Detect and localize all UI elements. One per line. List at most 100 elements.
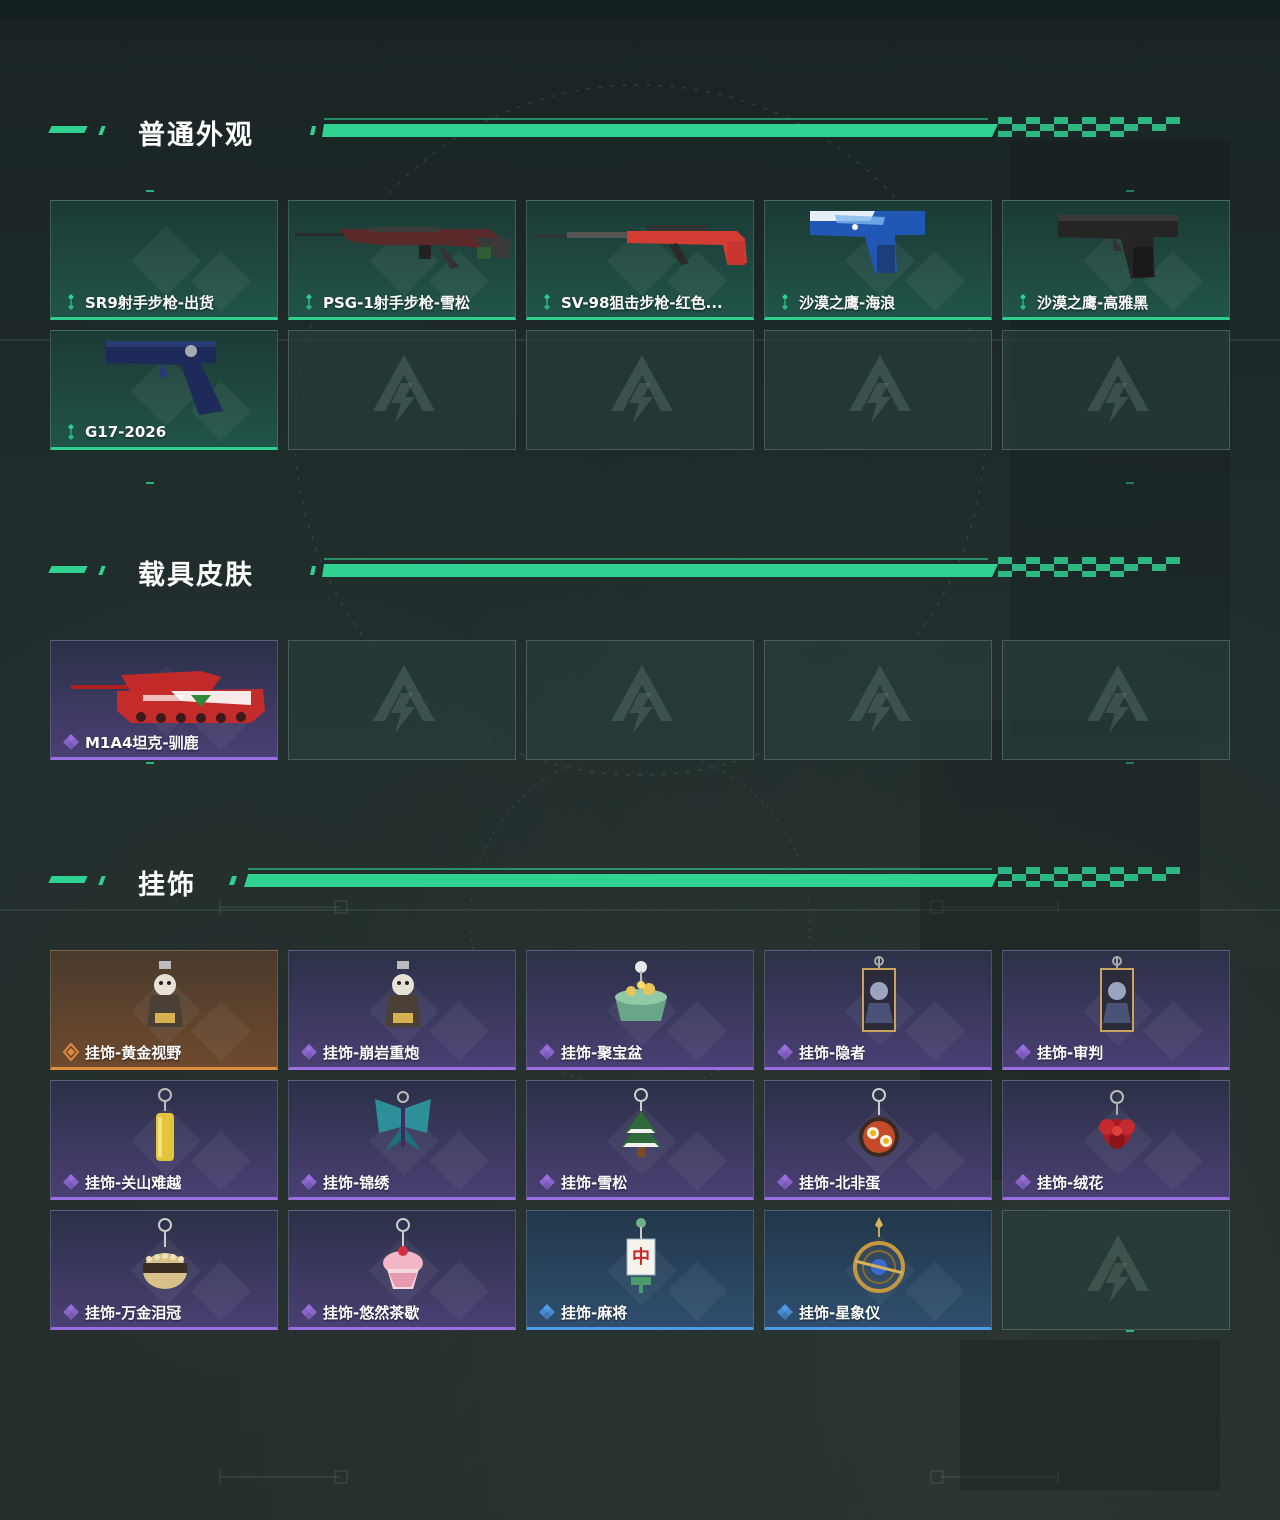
rarity-icon [777, 293, 793, 311]
rarity-icon [301, 1173, 317, 1191]
charm-card-icon [1100, 956, 1134, 1032]
item-name: 挂饰-聚宝盆 [561, 1043, 643, 1062]
pistol-black-icon [1058, 215, 1178, 279]
placeholder-logo-icon [1087, 1235, 1149, 1303]
item-name: 挂饰-关山难越 [85, 1173, 182, 1192]
item-card[interactable]: 挂饰-锦绣 [288, 1080, 516, 1200]
item-card[interactable]: 挂饰-雪松 [526, 1080, 754, 1200]
item-name: 挂饰-北非蛋 [799, 1173, 881, 1192]
section-title: 挂饰 [138, 870, 196, 901]
item-name: SV-98狙击步枪-红色... [561, 293, 723, 312]
item-card[interactable]: 挂饰-关山难越 [50, 1080, 278, 1200]
rarity-icon [301, 1303, 317, 1321]
charm-mahjong-icon: 中 [626, 1218, 656, 1293]
charm-figure-icon [385, 961, 421, 1027]
item-card[interactable]: SV-98狙击步枪-红色... [526, 200, 754, 320]
placeholder-logo-icon [611, 665, 673, 733]
section-header-vehicle: 载具皮肤 [48, 550, 1210, 591]
item-card[interactable]: 挂饰-万金泪冠 [50, 1210, 278, 1330]
item-name: M1A4坦克-驯鹿 [85, 733, 199, 752]
placeholder-logo-icon [849, 355, 911, 423]
item-label-row: 挂饰-北非蛋 [777, 1173, 881, 1192]
item-name: 挂饰-黄金视野 [85, 1043, 182, 1062]
item-card[interactable]: 挂饰-北非蛋 [764, 1080, 992, 1200]
item-card[interactable]: M1A4坦克-驯鹿 [50, 640, 278, 760]
item-label-row: 挂饰-崩岩重炮 [301, 1043, 420, 1062]
charm-figure-icon [147, 961, 183, 1027]
item-name: 沙漠之鹰-海浪 [799, 293, 896, 312]
item-label-row: 沙漠之鹰-海浪 [777, 293, 896, 312]
sniper-rifle-red-icon [533, 225, 747, 265]
section-title: 载具皮肤 [138, 560, 254, 591]
section-title: 普通外观 [138, 120, 254, 151]
item-card[interactable]: 中挂饰-麻将 [526, 1210, 754, 1330]
rarity-icon [63, 1303, 79, 1321]
item-card[interactable]: 挂饰-隐者 [764, 950, 992, 1070]
empty-slot [288, 640, 516, 760]
header-bar-decoration [310, 117, 1180, 137]
pistol-blue-icon [810, 211, 925, 273]
item-name: SR9射手步枪-出货 [85, 293, 215, 312]
placeholder-logo-icon [849, 665, 911, 733]
sniper-rifle-dark-icon [295, 227, 511, 269]
tank-red-icon [71, 671, 265, 723]
item-card[interactable]: SR9射手步枪-出货 [50, 200, 278, 320]
item-name: 挂饰-崩岩重炮 [323, 1043, 420, 1062]
rarity-icon [1015, 1043, 1031, 1061]
charm-flower-icon [1099, 1090, 1135, 1149]
item-label-row: SR9射手步枪-出货 [63, 293, 215, 312]
section-header-charms: 挂饰 [48, 860, 1210, 901]
rarity-icon [63, 423, 79, 441]
svg-text:中: 中 [632, 1246, 650, 1268]
item-name: 沙漠之鹰-高雅黑 [1037, 293, 1149, 312]
header-accent-dash [48, 566, 88, 573]
empty-slot [764, 640, 992, 760]
charm-pan-icon [859, 1088, 899, 1157]
item-card[interactable]: 挂饰-黄金视野 [50, 950, 278, 1070]
item-name: 挂饰-麻将 [561, 1303, 628, 1322]
header-accent-tick [98, 126, 106, 135]
item-name: 挂饰-悠然茶歇 [323, 1303, 420, 1322]
item-label-row: 挂饰-麻将 [539, 1303, 628, 1322]
item-label-row: G17-2026 [63, 423, 166, 441]
item-card[interactable]: 沙漠之鹰-高雅黑 [1002, 200, 1230, 320]
rarity-icon [539, 293, 555, 311]
item-name: PSG-1射手步枪-雪松 [323, 293, 470, 312]
item-card[interactable]: G17-2026 [50, 330, 278, 450]
item-name: 挂饰-星象仪 [799, 1303, 881, 1322]
item-label-row: 挂饰-锦绣 [301, 1173, 389, 1192]
rarity-icon [63, 1173, 79, 1191]
charm-cupcake-icon [383, 1218, 423, 1289]
item-label-row: 挂饰-星象仪 [777, 1303, 881, 1322]
item-label-row: 挂饰-雪松 [539, 1173, 627, 1192]
item-label-row: 挂饰-万金泪冠 [63, 1303, 181, 1322]
header-bar-decoration [310, 557, 1180, 577]
pistol-navy-icon [106, 341, 223, 415]
rarity-icon [63, 293, 79, 311]
empty-slot [1002, 1210, 1230, 1330]
rarity-icon [777, 1043, 793, 1061]
item-card[interactable]: 挂饰-聚宝盆 [526, 950, 754, 1070]
item-card[interactable]: 挂饰-绒花 [1002, 1080, 1230, 1200]
item-label-row: 挂饰-绒花 [1015, 1173, 1103, 1192]
charm-tree-icon [621, 1088, 661, 1157]
rarity-icon [1015, 293, 1031, 311]
item-label-row: SV-98狙击步枪-红色... [539, 293, 723, 312]
charms-grid: 挂饰-黄金视野 挂饰-崩岩重炮 挂饰-聚宝盆 挂饰-隐者 挂饰-审判 挂饰-关山难越 挂饰-… [50, 950, 1230, 1330]
item-label-row: PSG-1射手步枪-雪松 [301, 293, 470, 312]
header-accent-tick [98, 566, 106, 575]
empty-slot [288, 330, 516, 450]
item-label-row: 挂饰-黄金视野 [62, 1042, 182, 1062]
item-card[interactable]: 沙漠之鹰-海浪 [764, 200, 992, 320]
item-card[interactable]: 挂饰-审判 [1002, 950, 1230, 1070]
placeholder-logo-icon [373, 665, 435, 733]
item-card[interactable]: 挂饰-星象仪 [764, 1210, 992, 1330]
empty-slot [1002, 640, 1230, 760]
item-card[interactable]: 挂饰-崩岩重炮 [288, 950, 516, 1070]
rarity-icon [539, 1303, 555, 1321]
empty-slot [526, 330, 754, 450]
rarity-icon [539, 1043, 555, 1061]
item-card[interactable]: 挂饰-悠然茶歇 [288, 1210, 516, 1330]
item-card[interactable]: PSG-1射手步枪-雪松 [288, 200, 516, 320]
charm-card-icon [862, 956, 896, 1032]
